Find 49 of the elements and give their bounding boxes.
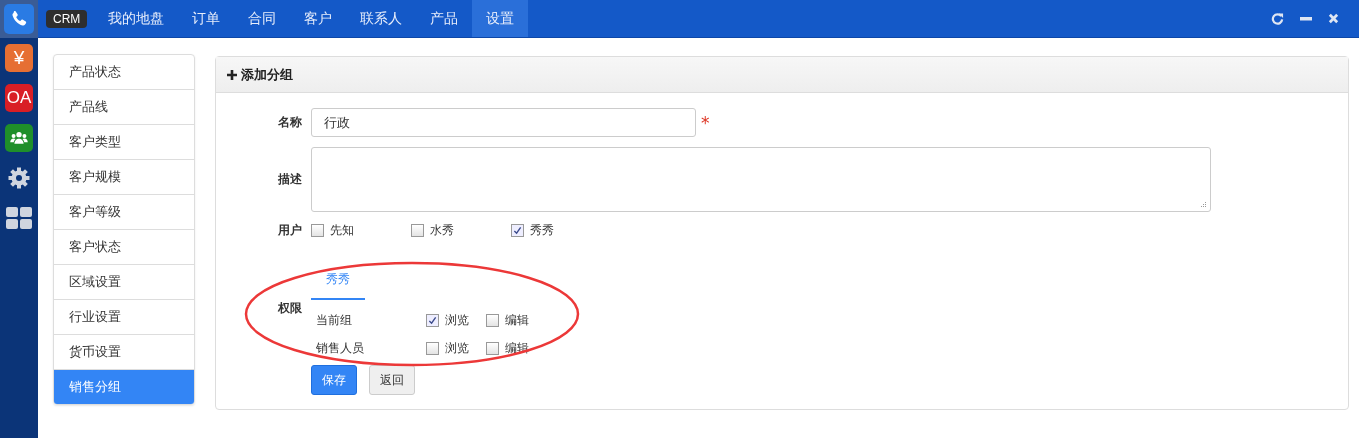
sidebar-item[interactable]: 销售分组 [54, 370, 194, 404]
panel-title: 添加分组 [241, 65, 293, 84]
sidebar-item[interactable]: 产品状态 [54, 55, 194, 90]
nav-tab[interactable]: 设置 [472, 0, 529, 37]
tooltip: CRM [46, 9, 88, 28]
field-label: 权限 [277, 300, 303, 317]
nav-tab[interactable]: 订单 [178, 0, 235, 37]
name-field[interactable]: 行政 [311, 108, 696, 137]
checkbox[interactable] [426, 341, 439, 355]
checkbox-label: 浏览 [445, 339, 469, 357]
nav-tab[interactable]: 联系人 [346, 0, 417, 37]
nav-tab[interactable]: 我的地盘 [94, 0, 179, 37]
checkbox-label: 编辑 [505, 311, 529, 329]
back-button[interactable]: 返回 [369, 365, 415, 395]
phone-icon[interactable] [4, 4, 34, 34]
checkbox-label: 浏览 [445, 311, 469, 329]
people-icon[interactable] [5, 124, 33, 152]
field-label: 名称 [277, 114, 303, 131]
nav-tab[interactable]: 客户 [290, 0, 347, 37]
user-tab[interactable]: 秀秀 [311, 271, 365, 300]
sidebar-item[interactable]: 客户类型 [54, 125, 194, 160]
grid-icon[interactable] [5, 204, 33, 232]
checkbox-label: 水秀 [430, 222, 454, 239]
sidebar-item[interactable]: 产品线 [54, 90, 194, 125]
sidebar-item[interactable]: 客户规模 [54, 160, 194, 195]
oa-icon[interactable]: OA [5, 84, 33, 112]
checkbox[interactable] [486, 313, 499, 327]
sidebar-item[interactable]: 行业设置 [54, 300, 194, 335]
role-name: 销售人员 [315, 339, 365, 357]
description-field[interactable] [311, 147, 1211, 212]
required-mark: * [701, 112, 710, 133]
yen-icon[interactable]: ¥ [5, 44, 33, 72]
checkbox-label: 先知 [330, 222, 354, 239]
save-button[interactable]: 保存 [311, 365, 357, 395]
field-label: 用户 [277, 222, 303, 239]
plus-icon [227, 69, 237, 80]
checkbox[interactable] [411, 224, 424, 237]
sidebar-item[interactable]: 客户等级 [54, 195, 194, 230]
checkbox[interactable] [311, 224, 324, 237]
checkbox-label: 秀秀 [530, 222, 554, 239]
checkbox[interactable] [426, 313, 439, 327]
sidebar-item[interactable]: 区域设置 [54, 265, 194, 300]
checkbox[interactable] [511, 224, 524, 237]
checkbox[interactable] [486, 341, 499, 355]
nav-tab[interactable]: 合同 [234, 0, 291, 37]
nav-tab[interactable]: 产品 [416, 0, 473, 37]
field-label: 描述 [277, 171, 303, 188]
sidebar-item[interactable]: 客户状态 [54, 230, 194, 265]
role-name: 当前组 [315, 311, 353, 329]
